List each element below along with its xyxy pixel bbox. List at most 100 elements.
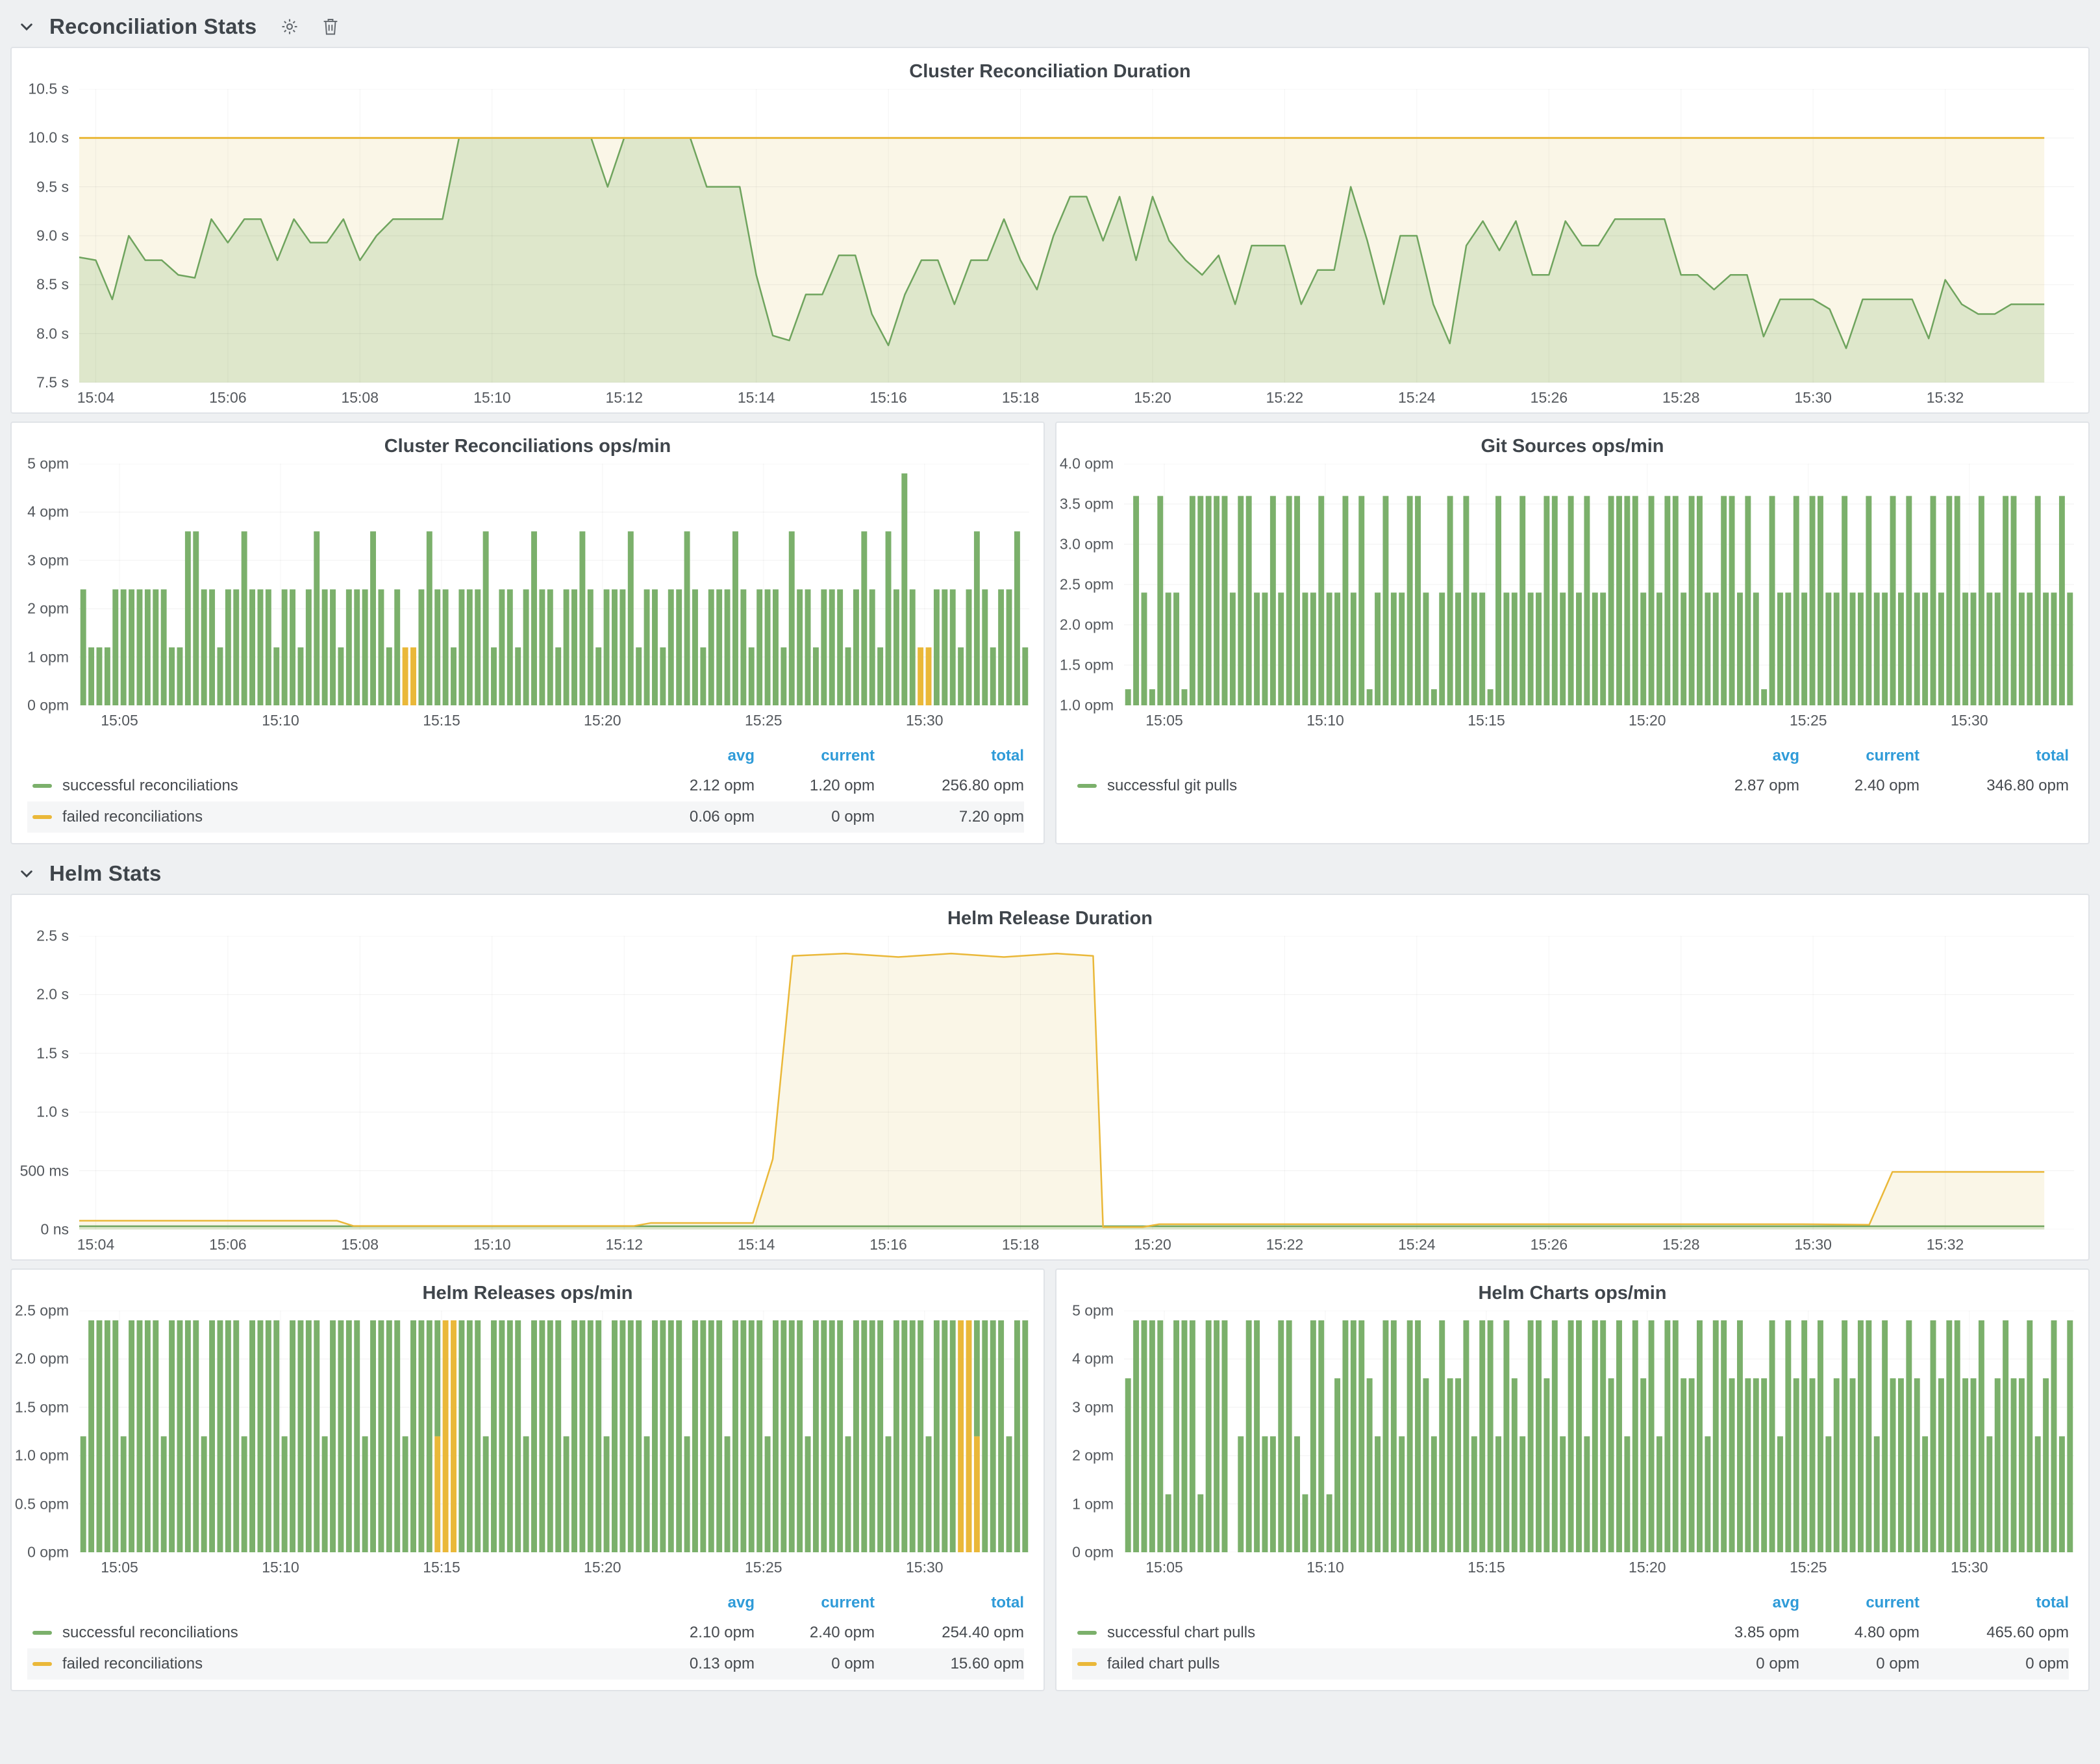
section-header-helm-stats[interactable]: Helm Stats [10, 853, 2090, 894]
series-color-dash-icon [32, 1631, 52, 1635]
x-tick-label: 15:05 [1145, 1559, 1183, 1576]
y-axis: 2.5 opm2.0 opm1.5 opm1.0 opm0.5 opm0 opm [12, 1311, 79, 1552]
panel-title[interactable]: Helm Charts ops/min [1056, 1270, 2088, 1311]
panel-title[interactable]: Cluster Reconciliation Duration [12, 48, 2088, 89]
y-tick-label: 3 opm [27, 551, 69, 569]
section-header-reconciliation-stats[interactable]: Reconciliation Stats [10, 6, 2090, 47]
legend-sort-total[interactable]: total [875, 1594, 1024, 1612]
legend-value: 0 opm [755, 808, 875, 826]
legend-sort-current[interactable]: current [1799, 747, 1919, 765]
x-tick-label: 15:20 [584, 1559, 621, 1576]
legend-value: 0 opm [1799, 1655, 1919, 1673]
x-tick-label: 15:06 [209, 1236, 247, 1254]
legend-row[interactable]: failed chart pulls0 opm0 opm0 opm [1072, 1648, 2069, 1680]
legend-series-label[interactable]: failed chart pulls [1072, 1655, 1682, 1673]
x-tick-label: 15:14 [738, 1236, 775, 1254]
x-tick-label: 15:20 [1134, 389, 1171, 407]
y-tick-label: 1 opm [27, 648, 69, 666]
legend: avgcurrenttotalsuccessful chart pulls3.8… [1056, 1582, 2088, 1690]
y-tick-label: 10.0 s [28, 129, 69, 147]
x-axis: 15:0515:1015:1515:2015:2515:30 [79, 1552, 1029, 1582]
legend-row[interactable]: successful reconciliations2.12 opm1.20 o… [27, 770, 1024, 801]
section-title[interactable]: Helm Stats [49, 861, 162, 886]
y-tick-label: 2.5 opm [15, 1302, 69, 1320]
legend-header-row: avgcurrenttotal [1072, 1589, 2069, 1617]
legend-value: 3.85 opm [1682, 1624, 1799, 1642]
x-axis: 15:0415:0615:0815:1015:1215:1415:1615:18… [79, 383, 2074, 412]
x-tick-label: 15:30 [1951, 1559, 1988, 1576]
legend-row[interactable]: failed reconciliations0.06 opm0 opm7.20 … [27, 801, 1024, 833]
y-tick-label: 9.5 s [36, 178, 69, 195]
x-tick-label: 15:30 [1794, 389, 1832, 407]
y-tick-label: 0 opm [27, 1544, 69, 1561]
x-tick-label: 15:06 [209, 389, 247, 407]
x-tick-label: 15:24 [1398, 389, 1436, 407]
legend-row[interactable]: successful chart pulls3.85 opm4.80 opm46… [1072, 1617, 2069, 1648]
legend-value: 2.10 opm [638, 1624, 755, 1642]
x-tick-label: 15:26 [1531, 389, 1568, 407]
legend-row[interactable]: successful git pulls2.87 opm2.40 opm346.… [1072, 770, 2069, 801]
series-color-dash-icon [32, 784, 52, 788]
legend-series-label[interactable]: successful git pulls [1072, 777, 1682, 795]
x-tick-label: 15:12 [605, 389, 643, 407]
gear-icon[interactable] [280, 17, 299, 36]
legend-value: 1.20 opm [755, 777, 875, 795]
x-tick-label: 15:32 [1927, 389, 1964, 407]
section-title[interactable]: Reconciliation Stats [49, 14, 256, 39]
legend-sort-total[interactable]: total [1919, 1594, 2069, 1612]
chevron-down-icon[interactable] [18, 18, 35, 35]
legend-series-label[interactable]: successful reconciliations [27, 1624, 638, 1642]
x-tick-label: 15:25 [1790, 712, 1827, 729]
git-sources-bar-chart[interactable] [1124, 464, 2074, 705]
duration-line-chart[interactable] [79, 89, 2074, 383]
panel-title[interactable]: Helm Releases ops/min [12, 1270, 1044, 1311]
x-tick-label: 15:20 [1629, 1559, 1666, 1576]
series-color-dash-icon [1077, 784, 1097, 788]
x-tick-label: 15:10 [262, 712, 299, 729]
legend-value: 346.80 opm [1919, 777, 2069, 795]
y-tick-label: 0 ns [41, 1221, 69, 1239]
legend-series-label[interactable]: failed reconciliations [27, 1655, 638, 1673]
legend-series-label[interactable]: failed reconciliations [27, 808, 638, 826]
panel-title[interactable]: Git Sources ops/min [1056, 423, 2088, 464]
legend-sort-current[interactable]: current [755, 747, 875, 765]
y-tick-label: 2.0 opm [1060, 616, 1114, 634]
x-tick-label: 15:16 [869, 1236, 907, 1254]
x-tick-label: 15:30 [906, 712, 944, 729]
legend-sort-total[interactable]: total [1919, 747, 2069, 765]
x-tick-label: 15:15 [1468, 1559, 1505, 1576]
y-tick-label: 0 opm [1072, 1544, 1114, 1561]
legend-sort-current[interactable]: current [755, 1594, 875, 1612]
legend-header-row: avgcurrenttotal [1072, 742, 2069, 770]
y-tick-label: 1.5 s [36, 1044, 69, 1062]
series-color-dash-icon [32, 815, 52, 819]
legend-series-label[interactable]: successful chart pulls [1072, 1624, 1682, 1642]
legend-row[interactable]: failed reconciliations0.13 opm0 opm15.60… [27, 1648, 1024, 1680]
legend-sort-avg[interactable]: avg [638, 1594, 755, 1612]
helm-releases-bar-chart[interactable] [79, 1311, 1029, 1552]
legend-sort-avg[interactable]: avg [1682, 747, 1799, 765]
legend-sort-avg[interactable]: avg [638, 747, 755, 765]
legend-sort-total[interactable]: total [875, 747, 1024, 765]
legend-row[interactable]: successful reconciliations2.10 opm2.40 o… [27, 1617, 1024, 1648]
x-tick-label: 15:08 [341, 1236, 379, 1254]
helm-charts-bar-chart[interactable] [1124, 1311, 2074, 1552]
legend-series-label[interactable]: successful reconciliations [27, 777, 638, 795]
helm-duration-line-chart[interactable] [79, 936, 2074, 1229]
series-color-dash-icon [1077, 1662, 1097, 1666]
x-tick-label: 15:28 [1662, 1236, 1700, 1254]
y-axis: 2.5 s2.0 s1.5 s1.0 s500 ms0 ns [12, 936, 79, 1229]
chevron-down-icon[interactable] [18, 865, 35, 882]
panel-title[interactable]: Cluster Reconciliations ops/min [12, 423, 1044, 464]
panel-title[interactable]: Helm Release Duration [12, 895, 2088, 936]
x-tick-label: 15:15 [1468, 712, 1505, 729]
y-tick-label: 1.0 s [36, 1103, 69, 1121]
trash-icon[interactable] [321, 17, 340, 36]
legend-sort-current[interactable]: current [1799, 1594, 1919, 1612]
x-tick-label: 15:30 [1794, 1236, 1832, 1254]
reconciliations-bar-chart[interactable] [79, 464, 1029, 705]
legend: avgcurrenttotal successful reconciliation… [12, 735, 1044, 843]
y-tick-label: 3 opm [1072, 1398, 1114, 1416]
legend-sort-avg[interactable]: avg [1682, 1594, 1799, 1612]
legend-value: 254.40 opm [875, 1624, 1024, 1642]
